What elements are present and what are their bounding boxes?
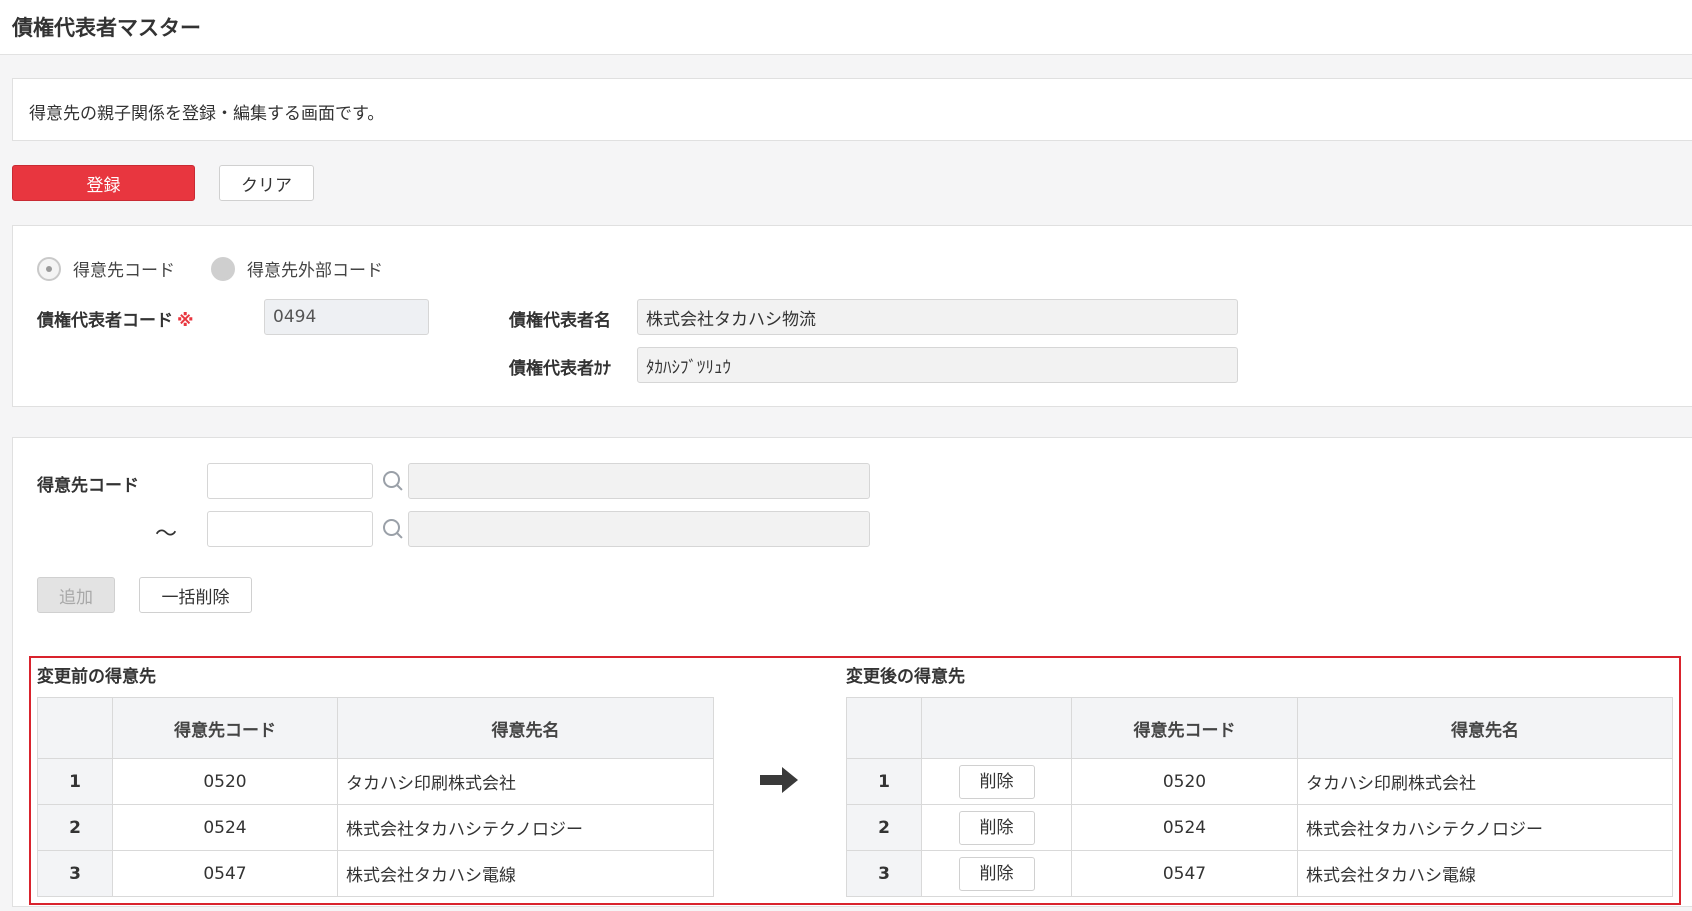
customer-name-cell: 株式会社タカハシテクノロジー bbox=[1297, 804, 1673, 851]
arrow-right-icon bbox=[760, 767, 798, 793]
row-number: 3 bbox=[846, 850, 922, 897]
table-row: 1 0520 タカハシ印刷株式会社 bbox=[37, 758, 714, 805]
customer-name-to-field bbox=[408, 511, 870, 547]
column-header: 得意先名 bbox=[1297, 697, 1673, 759]
register-button[interactable]: 登録 bbox=[12, 165, 195, 201]
row-number: 1 bbox=[37, 758, 113, 805]
row-number: 3 bbox=[37, 850, 113, 897]
table-row: 2 0524 株式会社タカハシテクノロジー bbox=[37, 804, 714, 851]
delete-row-button[interactable]: 削除 bbox=[958, 856, 1035, 891]
rep-code-label-text: 債権代表者コード bbox=[37, 311, 173, 331]
customer-code-cell: 0547 bbox=[1071, 850, 1298, 897]
customer-code-cell: 0524 bbox=[1071, 804, 1298, 851]
table-header-row: 得意先コード 得意先名 bbox=[37, 697, 714, 759]
range-tilde: ～ bbox=[155, 522, 178, 547]
customer-code-to-input[interactable] bbox=[207, 511, 373, 547]
column-header bbox=[846, 697, 922, 759]
radio-unselected-icon bbox=[211, 256, 235, 281]
rep-code-label: 債権代表者コード ※ bbox=[37, 306, 194, 331]
column-header bbox=[37, 697, 113, 759]
customer-code-label: 得意先コード bbox=[37, 476, 139, 496]
before-table: 得意先コード 得意先名 1 0520 タカハシ印刷株式会社 2 0524 株式会… bbox=[37, 697, 714, 897]
column-header: 得意先コード bbox=[112, 697, 338, 759]
customer-code-from-input[interactable] bbox=[207, 463, 373, 499]
header-form-panel: 得意先コード 得意先外部コード 債権代表者コード ※ 0494 債権代表者名 株式… bbox=[12, 225, 1692, 407]
bulk-delete-button[interactable]: 一括削除 bbox=[139, 577, 252, 613]
add-button[interactable]: 追加 bbox=[37, 577, 115, 613]
customer-name-cell: タカハシ印刷株式会社 bbox=[337, 758, 714, 805]
required-mark: ※ bbox=[177, 311, 194, 331]
rep-kana-label: 債権代表者ｶﾅ bbox=[509, 359, 611, 379]
rep-name-label: 債権代表者名 bbox=[509, 311, 611, 331]
rep-code-field: 0494 bbox=[264, 299, 429, 335]
clear-button[interactable]: クリア bbox=[219, 165, 314, 201]
customer-name-cell: 株式会社タカハシテクノロジー bbox=[337, 804, 714, 851]
radio-customer-code[interactable]: 得意先コード bbox=[37, 256, 175, 281]
rep-kana-field[interactable]: ﾀｶﾊｼﾌﾞﾂﾘｭｳ bbox=[637, 347, 1238, 383]
customer-name-cell: 株式会社タカハシ電線 bbox=[337, 850, 714, 897]
radio-selected-icon bbox=[37, 256, 61, 281]
before-table-title: 変更前の得意先 bbox=[37, 667, 156, 687]
customer-code-cell: 0520 bbox=[1071, 758, 1298, 805]
delete-row-button[interactable]: 削除 bbox=[958, 810, 1035, 845]
customer-name-from-field bbox=[408, 463, 870, 499]
row-action-cell: 削除 bbox=[921, 850, 1072, 897]
row-number: 1 bbox=[846, 758, 922, 805]
row-action-cell: 削除 bbox=[921, 804, 1072, 851]
after-table: 得意先コード 得意先名 1 削除 0520 タカハシ印刷株式会社 2 削除 05… bbox=[846, 697, 1673, 897]
search-icon[interactable] bbox=[382, 470, 404, 492]
page-description: 得意先の親子関係を登録・編集する画面です。 bbox=[29, 104, 385, 124]
title-bar: 債権代表者マスター bbox=[0, 0, 1692, 55]
table-row: 3 0547 株式会社タカハシ電線 bbox=[37, 850, 714, 897]
search-icon[interactable] bbox=[382, 518, 404, 540]
customer-name-cell: 株式会社タカハシ電線 bbox=[1297, 850, 1673, 897]
customer-code-cell: 0524 bbox=[112, 804, 338, 851]
column-header: 得意先コード bbox=[1071, 697, 1298, 759]
customer-code-cell: 0520 bbox=[112, 758, 338, 805]
row-action-cell: 削除 bbox=[921, 758, 1072, 805]
customer-code-cell: 0547 bbox=[112, 850, 338, 897]
page-title: 債権代表者マスター bbox=[12, 16, 201, 40]
row-number: 2 bbox=[37, 804, 113, 851]
column-header bbox=[921, 697, 1072, 759]
rep-name-field[interactable]: 株式会社タカハシ物流 bbox=[637, 299, 1238, 335]
radio-external-code[interactable]: 得意先外部コード bbox=[211, 256, 383, 281]
table-row: 3 削除 0547 株式会社タカハシ電線 bbox=[846, 850, 1673, 897]
table-row: 1 削除 0520 タカハシ印刷株式会社 bbox=[846, 758, 1673, 805]
table-header-row: 得意先コード 得意先名 bbox=[846, 697, 1673, 759]
customer-name-cell: タカハシ印刷株式会社 bbox=[1297, 758, 1673, 805]
description-box: 得意先の親子関係を登録・編集する画面です。 bbox=[12, 78, 1692, 141]
delete-row-button[interactable]: 削除 bbox=[958, 764, 1035, 799]
radio-customer-code-label: 得意先コード bbox=[73, 261, 175, 281]
radio-external-code-label: 得意先外部コード bbox=[247, 261, 383, 281]
row-number: 2 bbox=[846, 804, 922, 851]
table-row: 2 削除 0524 株式会社タカハシテクノロジー bbox=[846, 804, 1673, 851]
after-table-title: 変更後の得意先 bbox=[846, 667, 965, 687]
column-header: 得意先名 bbox=[337, 697, 714, 759]
